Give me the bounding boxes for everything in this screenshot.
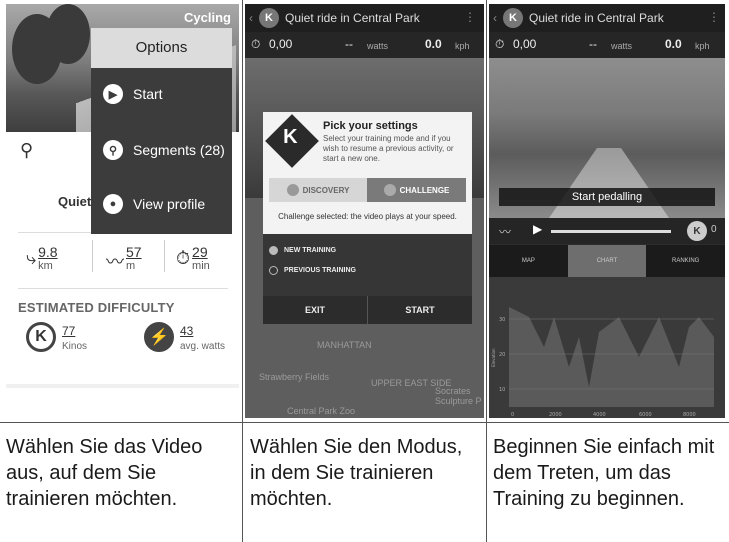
- watts-unit: watts: [611, 41, 633, 51]
- training-options: NEW TRAINING PREVIOUS TRAINING: [263, 234, 472, 296]
- watts-unit: watts: [367, 41, 389, 51]
- speed-value: 0.0: [425, 37, 442, 51]
- segments-icon: ⚲: [103, 140, 123, 160]
- divider: [18, 288, 228, 289]
- x-tick: 6000: [639, 412, 652, 418]
- tab-map[interactable]: MAP: [489, 245, 568, 277]
- title-bar: ‹ K Quiet ride in Central Park ⋮: [245, 4, 484, 32]
- x-tick: 4000: [593, 412, 606, 418]
- back-icon[interactable]: ‹: [493, 11, 497, 25]
- caption-step-1: Wählen Sie das Video aus, auf dem Sie tr…: [6, 436, 203, 510]
- y-tick: 30: [499, 317, 505, 323]
- caption-step-2: Wählen Sie den Modus, in dem Sie trainie…: [250, 436, 463, 510]
- y-tick: 20: [499, 352, 505, 358]
- kinomap-logo-icon: K: [265, 114, 319, 168]
- kinos-value: 77 Kinos: [62, 324, 88, 352]
- progress-bar[interactable]: [551, 230, 671, 233]
- panel-mode-select: ‹ K Quiet ride in Central Park ⋮ ⏱ 0,00 …: [245, 4, 484, 418]
- radio-new-training[interactable]: NEW TRAINING: [269, 246, 336, 255]
- more-icon[interactable]: ⋮: [708, 10, 720, 24]
- difficulty-heading: ESTIMATED DIFFICULTY: [18, 300, 175, 315]
- time-value: 0,00: [269, 37, 293, 51]
- timer-icon: ⏱: [176, 248, 191, 268]
- kinomap-logo-icon: K: [503, 8, 523, 28]
- category-label: Cycling: [184, 10, 231, 25]
- speed-unit: kph: [695, 41, 710, 51]
- more-icon[interactable]: ⋮: [464, 10, 476, 24]
- mode-description: Challenge selected: the video plays at y…: [278, 212, 457, 221]
- watts-value: --: [589, 37, 597, 51]
- x-tick: 8000: [683, 412, 696, 418]
- layout-grid: Cycling ⚲ Quiet ⤷ 9.8 km 〰 57 m ⏱ 29 min ES…: [0, 0, 729, 542]
- tab-ranking[interactable]: RANKING: [646, 245, 725, 277]
- ride-title: Quiet ride in Central Park: [285, 11, 420, 25]
- panel-ride-details: Cycling ⚲ Quiet ⤷ 9.8 km 〰 57 m ⏱ 29 min ES…: [6, 4, 239, 388]
- ride-title: Quiet ride in Central Park: [529, 11, 664, 25]
- y-axis-label: Elevation: [491, 348, 496, 367]
- back-icon[interactable]: ‹: [249, 11, 253, 25]
- title-bar: ‹ K Quiet ride in Central Park ⋮: [489, 4, 725, 32]
- exit-button[interactable]: EXIT: [263, 296, 367, 324]
- tab-challenge[interactable]: CHALLENGE: [367, 178, 466, 202]
- stats-bar: ⏱ 0,00 -- watts 0.0 kph: [489, 32, 725, 58]
- y-tick: 10: [499, 387, 505, 393]
- segments-icon: ⚲: [20, 140, 34, 160]
- caption-step-3: Beginnen Sie einfach mit dem Treten, um …: [493, 436, 715, 510]
- distance-icon: ⤷: [26, 248, 37, 268]
- time-value: 0,00: [513, 37, 537, 51]
- menu-item-view-profile[interactable]: ● View profile: [103, 194, 205, 214]
- elevation-icon: 〰: [499, 225, 512, 239]
- elevation-chart: 30 20 10 0 2000 4000 6000 8000 Elevation: [489, 277, 725, 418]
- ride-title: Quiet: [58, 194, 92, 209]
- start-pedalling-banner: Start pedalling: [499, 188, 715, 206]
- dialog-buttons: EXIT START: [263, 296, 472, 324]
- start-button[interactable]: START: [367, 296, 472, 324]
- stat-distance: ⤷ 9.8 km: [26, 244, 58, 272]
- power-icon: ⚡: [144, 322, 174, 352]
- play-icon: ▶: [103, 84, 123, 104]
- radio-previous-training[interactable]: PREVIOUS TRAINING: [269, 266, 356, 275]
- x-tick: 2000: [549, 412, 562, 418]
- profile-icon: ●: [103, 194, 123, 214]
- kinomap-logo-icon: K: [259, 8, 279, 28]
- view-tabs: MAP CHART RANKING: [489, 245, 725, 277]
- kinos-value: 0: [711, 224, 717, 235]
- timer-icon: ⏱: [251, 37, 261, 51]
- menu-item-start[interactable]: ▶ Start: [103, 84, 163, 104]
- x-tick: 0: [511, 412, 514, 418]
- options-title: Options: [91, 28, 232, 68]
- elevation-icon: 〰: [106, 252, 124, 272]
- stat-elevation: 〰 57 m: [106, 244, 142, 272]
- playback-controls: 〰 ▶ K 0: [489, 218, 725, 244]
- kinos-icon: K: [687, 221, 707, 241]
- discovery-icon: [286, 184, 299, 196]
- stats-bar: ⏱ 0,00 -- watts 0.0 kph: [245, 32, 484, 58]
- dialog-title: Pick your settings: [323, 120, 418, 132]
- speed-value: 0.0: [665, 37, 682, 51]
- panel-ride-view: ‹ K Quiet ride in Central Park ⋮ ⏱ 0,00 …: [489, 4, 725, 418]
- elevation-chart-svg: 30 20 10 0 2000 4000 6000 8000 Elevation: [491, 307, 714, 418]
- tab-chart[interactable]: CHART: [567, 245, 647, 277]
- tab-discovery[interactable]: DISCOVERY: [269, 178, 367, 202]
- stat-duration: ⏱ 29 min: [176, 244, 210, 272]
- settings-dialog: K Pick your settings Select your trainin…: [263, 112, 472, 324]
- watts-value: 43 avg. watts: [180, 324, 226, 352]
- dialog-description: Select your training mode and if you wis…: [323, 134, 454, 163]
- watts-value: --: [345, 37, 353, 51]
- options-menu: Options ▶ Start ⚲ Segments (28) ● View p…: [91, 28, 232, 234]
- menu-item-segments[interactable]: ⚲ Segments (28): [103, 140, 225, 160]
- video-icon: ▶: [533, 222, 543, 236]
- challenge-icon: [383, 184, 396, 196]
- timer-icon: ⏱: [495, 37, 505, 51]
- kinos-icon: K: [26, 322, 56, 352]
- speed-unit: kph: [455, 41, 470, 51]
